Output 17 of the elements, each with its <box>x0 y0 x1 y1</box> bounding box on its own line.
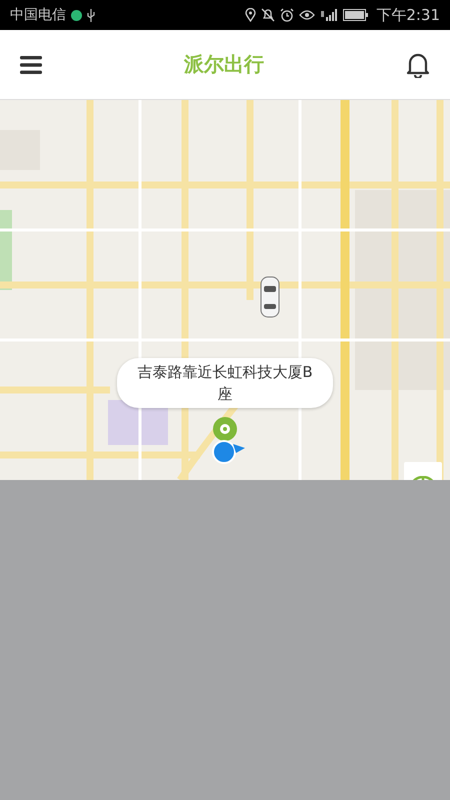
battery-icon <box>343 9 370 21</box>
usb-icon <box>87 8 95 22</box>
alarm-clock-icon <box>280 8 294 22</box>
car-icon <box>260 276 280 318</box>
location-pin-icon <box>245 8 256 22</box>
app-title: 派尔出行 <box>184 51 264 78</box>
bell-icon[interactable] <box>406 52 430 78</box>
current-location-icon <box>212 439 246 465</box>
map-view[interactable]: 吉泰路靠近长虹科技大厦B座 <box>0 100 450 480</box>
carrier-name: 中国电信 <box>10 6 66 24</box>
clock-time: 下午2:31 <box>376 6 440 24</box>
address-bubble: 吉泰路靠近长虹科技大厦B座 <box>117 358 333 408</box>
status-dot-icon <box>71 10 82 20</box>
eye-icon <box>299 9 316 21</box>
signal-icon <box>320 9 338 21</box>
menu-icon[interactable] <box>20 56 42 74</box>
mute-icon <box>261 8 276 22</box>
